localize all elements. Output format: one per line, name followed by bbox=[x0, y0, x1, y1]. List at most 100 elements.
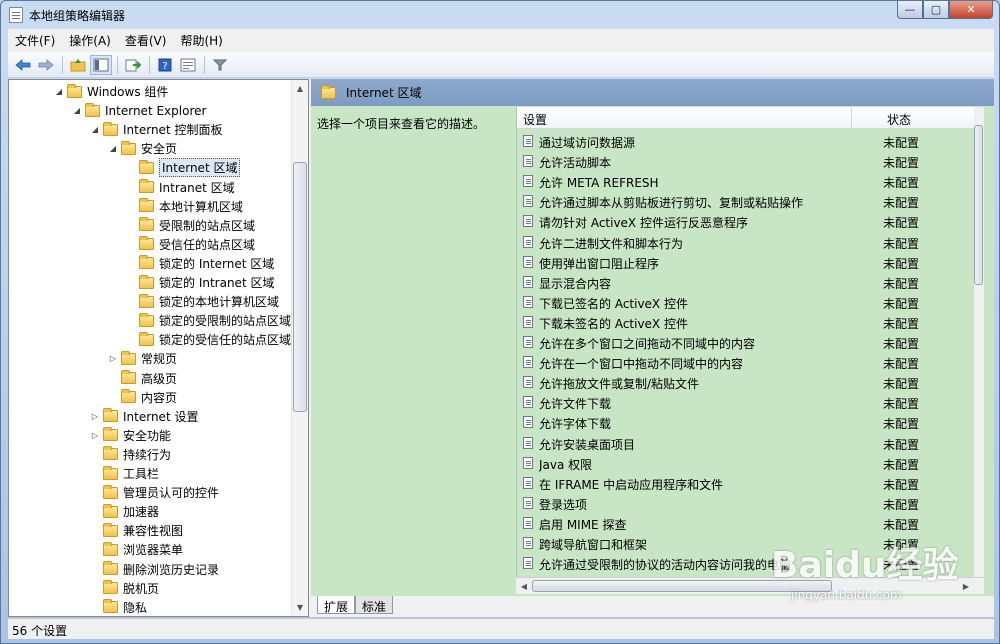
tree-node[interactable]: Internet 区域 bbox=[125, 158, 241, 178]
setting-row[interactable]: 启用 MIME 探查 未配置 bbox=[517, 513, 975, 533]
tree-node[interactable]: ▷ 常规页 bbox=[107, 349, 177, 368]
tree-scroll-thumb[interactable] bbox=[293, 162, 307, 412]
tree-node[interactable]: 兼容性视图 bbox=[89, 521, 183, 540]
filter-icon[interactable] bbox=[209, 55, 231, 75]
tree-node[interactable]: 锁定的本地计算机区域 bbox=[125, 292, 279, 311]
setting-row[interactable]: 登录选项 未配置 bbox=[517, 493, 975, 513]
policy-setting-icon bbox=[523, 456, 533, 469]
setting-row[interactable]: 下载已签名的 ActiveX 控件 未配置 bbox=[517, 292, 975, 312]
tree-node[interactable]: 脱机页 bbox=[89, 579, 159, 598]
properties-icon[interactable] bbox=[177, 55, 199, 75]
setting-row[interactable]: 允许拖放文件或复制/粘贴文件 未配置 bbox=[517, 372, 975, 392]
minimize-button[interactable]: — bbox=[897, 1, 923, 19]
tree-node[interactable]: 锁定的 Internet 区域 bbox=[125, 254, 274, 273]
tree-node[interactable]: 高级页 bbox=[107, 369, 177, 388]
expanded-arrow-icon[interactable]: ◢ bbox=[71, 106, 83, 115]
policy-setting-icon bbox=[523, 416, 533, 429]
settings-list[interactable]: 设置 状态 通过域访问数据源 未配置 允许活动脚本 未配置 允许 META REFRES… bbox=[516, 107, 984, 577]
maximize-button[interactable]: ▢ bbox=[923, 1, 949, 19]
tree-node[interactable]: 删除浏览历史记录 bbox=[89, 560, 219, 579]
setting-row[interactable]: 允许在一个窗口中拖动不同域中的内容 未配置 bbox=[517, 352, 975, 372]
details-header-title: Internet 区域 bbox=[346, 86, 422, 100]
tree-node[interactable]: 加速器 bbox=[89, 502, 159, 521]
setting-row[interactable]: 允许安装桌面项目 未配置 bbox=[517, 433, 975, 453]
tree-node[interactable]: 隐私 bbox=[89, 598, 147, 616]
title-bar[interactable]: 本地组策略编辑器 — ▢ ✕ bbox=[1, 1, 999, 28]
setting-name: 使用弹出窗口阻止程序 bbox=[539, 256, 660, 271]
setting-row[interactable]: 通过域访问数据源 未配置 bbox=[517, 131, 975, 151]
expanded-arrow-icon[interactable]: ◢ bbox=[89, 125, 101, 134]
setting-row[interactable]: 允许文件下载 未配置 bbox=[517, 392, 975, 412]
setting-row[interactable]: Java 权限 未配置 bbox=[517, 453, 975, 473]
folder-icon bbox=[103, 465, 118, 480]
setting-row[interactable]: 允许通过脚本从剪贴板进行剪切、复制或粘贴操作 未配置 bbox=[517, 191, 975, 211]
collapsed-arrow-icon[interactable]: ▷ bbox=[89, 431, 101, 440]
scroll-down-icon[interactable]: ▼ bbox=[292, 599, 308, 616]
tree-node[interactable]: ◢ Internet Explorer bbox=[71, 101, 206, 120]
close-button[interactable]: ✕ bbox=[949, 1, 993, 19]
setting-state: 未配置 bbox=[883, 176, 920, 191]
tree-node[interactable]: 管理员认可的控件 bbox=[89, 483, 219, 502]
menu-action[interactable]: 操作(A) bbox=[62, 32, 118, 49]
column-divider[interactable] bbox=[851, 107, 852, 129]
setting-row[interactable]: 在 IFRAME 中启动应用程序和文件 未配置 bbox=[517, 473, 975, 493]
setting-row[interactable]: 请勿针对 ActiveX 控件运行反恶意程序 未配置 bbox=[517, 211, 975, 231]
folder-icon bbox=[139, 331, 154, 346]
tree-node-label: 脱机页 bbox=[123, 581, 160, 596]
setting-row[interactable]: 允许字体下载 未配置 bbox=[517, 412, 975, 432]
show-tree-icon[interactable] bbox=[90, 54, 112, 75]
tree-node[interactable]: 内容页 bbox=[107, 388, 177, 407]
folder-icon bbox=[103, 484, 118, 499]
setting-row[interactable]: 显示混合内容 未配置 bbox=[517, 272, 975, 292]
expanded-arrow-icon[interactable]: ◢ bbox=[53, 87, 65, 96]
tree-node-label: 锁定的 Internet 区域 bbox=[159, 256, 275, 271]
setting-row[interactable]: 允许在多个窗口之间拖动不同域中的内容 未配置 bbox=[517, 332, 975, 352]
setting-row[interactable]: 允许二进制文件和脚本行为 未配置 bbox=[517, 232, 975, 252]
setting-name: 在 IFRAME 中启动应用程序和文件 bbox=[539, 477, 724, 492]
menu-file[interactable]: 文件(F) bbox=[8, 32, 62, 49]
scroll-up-icon[interactable]: ▲ bbox=[292, 80, 308, 97]
tree-node[interactable]: 持续行为 bbox=[89, 445, 171, 464]
tree-node[interactable]: 工具栏 bbox=[89, 464, 159, 483]
tree-node[interactable]: ◢ Windows 组件 bbox=[53, 82, 168, 101]
tree-node[interactable]: 受信任的站点区域 bbox=[125, 235, 255, 254]
tree-node[interactable]: ◢ 安全页 bbox=[107, 139, 177, 158]
help-icon[interactable]: ? bbox=[154, 55, 176, 75]
setting-state: 未配置 bbox=[883, 377, 920, 392]
menu-view[interactable]: 查看(V) bbox=[118, 32, 174, 49]
tree-node[interactable]: 锁定的受信任的站点区域 bbox=[125, 330, 291, 349]
up-folder-icon[interactable] bbox=[67, 55, 89, 75]
menu-help[interactable]: 帮助(H) bbox=[173, 32, 229, 49]
tree-node[interactable]: ▷ 安全功能 bbox=[89, 426, 171, 445]
forward-icon[interactable] bbox=[35, 55, 57, 75]
watermark-url: jingyan.baidu.com bbox=[791, 588, 902, 602]
list-scroll-thumb[interactable] bbox=[974, 125, 983, 285]
scroll-left-icon[interactable]: ◀ bbox=[516, 578, 532, 595]
tree-node[interactable]: 浏览器菜单 bbox=[89, 540, 183, 559]
collapsed-arrow-icon[interactable]: ▷ bbox=[89, 412, 101, 421]
tab-standard[interactable]: 标准 bbox=[355, 596, 394, 614]
tree-node[interactable]: ◢ Internet 控制面板 bbox=[89, 120, 222, 139]
tree-node[interactable]: 受限制的站点区域 bbox=[125, 216, 255, 235]
tree-node[interactable]: 本地计算机区域 bbox=[125, 197, 243, 216]
tree-node[interactable]: ▷ Internet 设置 bbox=[89, 407, 198, 426]
tree-node[interactable]: 锁定的受限制的站点区域 bbox=[125, 311, 291, 330]
setting-row[interactable]: 下载未签名的 ActiveX 控件 未配置 bbox=[517, 312, 975, 332]
back-icon[interactable] bbox=[12, 55, 34, 75]
setting-row[interactable]: 使用弹出窗口阻止程序 未配置 bbox=[517, 252, 975, 272]
setting-row[interactable]: 允许 META REFRESH 未配置 bbox=[517, 171, 975, 191]
policy-setting-icon bbox=[523, 195, 533, 208]
tree-scrollbar[interactable]: ▲ ▼ bbox=[291, 80, 308, 616]
policy-tree[interactable]: ▲ ▼ ◢ Windows 组件 ◢ Internet Explorer ◢ Intern… bbox=[8, 79, 309, 617]
tree-node[interactable]: 锁定的 Intranet 区域 bbox=[125, 273, 274, 292]
expanded-arrow-icon[interactable]: ◢ bbox=[107, 144, 119, 153]
tree-node[interactable]: Intranet 区域 bbox=[125, 178, 235, 197]
collapsed-arrow-icon[interactable]: ▷ bbox=[107, 354, 119, 363]
list-scrollbar[interactable] bbox=[974, 107, 984, 577]
tree-node-label: 管理员认可的控件 bbox=[123, 486, 220, 501]
tab-extended[interactable]: 扩展 bbox=[317, 596, 356, 614]
export-icon[interactable] bbox=[122, 55, 144, 75]
setting-row[interactable]: 允许活动脚本 未配置 bbox=[517, 151, 975, 171]
column-header-setting[interactable]: 设置 bbox=[523, 111, 547, 128]
column-header-state[interactable]: 状态 bbox=[887, 111, 911, 128]
